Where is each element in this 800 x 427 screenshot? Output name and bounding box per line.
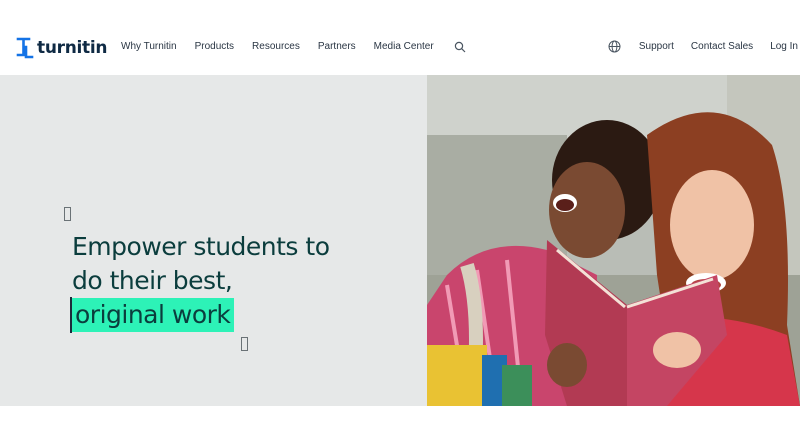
headline-line-2: do their best, (72, 266, 233, 295)
headline-line-1: Empower students to (72, 232, 330, 261)
hero-photo-students (427, 75, 800, 406)
hero-section: Empower students to do their best, origi… (0, 75, 800, 406)
site-header: turnitin Why Turnitin Products Resources… (0, 0, 800, 75)
nav-why-turnitin[interactable]: Why Turnitin (121, 41, 177, 52)
turnitin-logo[interactable]: turnitin (16, 35, 108, 61)
nav-contact-sales[interactable]: Contact Sales (691, 41, 753, 52)
text-cursor (70, 297, 72, 333)
page-bottom-strip (0, 406, 800, 427)
logo-wordmark: turnitin (37, 38, 108, 58)
nav-products[interactable]: Products (195, 41, 234, 52)
hero-headline: Empower students to do their best, origi… (72, 230, 402, 332)
nav-log-in[interactable]: Log In (770, 41, 798, 52)
nav-support[interactable]: Support (639, 41, 674, 52)
utility-nav: Support Contact Sales Log In (608, 40, 798, 53)
nav-partners[interactable]: Partners (318, 41, 356, 52)
globe-icon[interactable] (608, 40, 621, 53)
selection-handle-start (64, 207, 71, 221)
nav-resources[interactable]: Resources (252, 41, 300, 52)
headline-highlight: original work (72, 298, 235, 332)
selection-handle-end (241, 337, 248, 351)
search-icon[interactable] (454, 40, 466, 53)
primary-nav: Why Turnitin Products Resources Partners… (121, 40, 466, 53)
turnitin-logo-icon (16, 37, 34, 59)
nav-media-center[interactable]: Media Center (374, 41, 434, 52)
